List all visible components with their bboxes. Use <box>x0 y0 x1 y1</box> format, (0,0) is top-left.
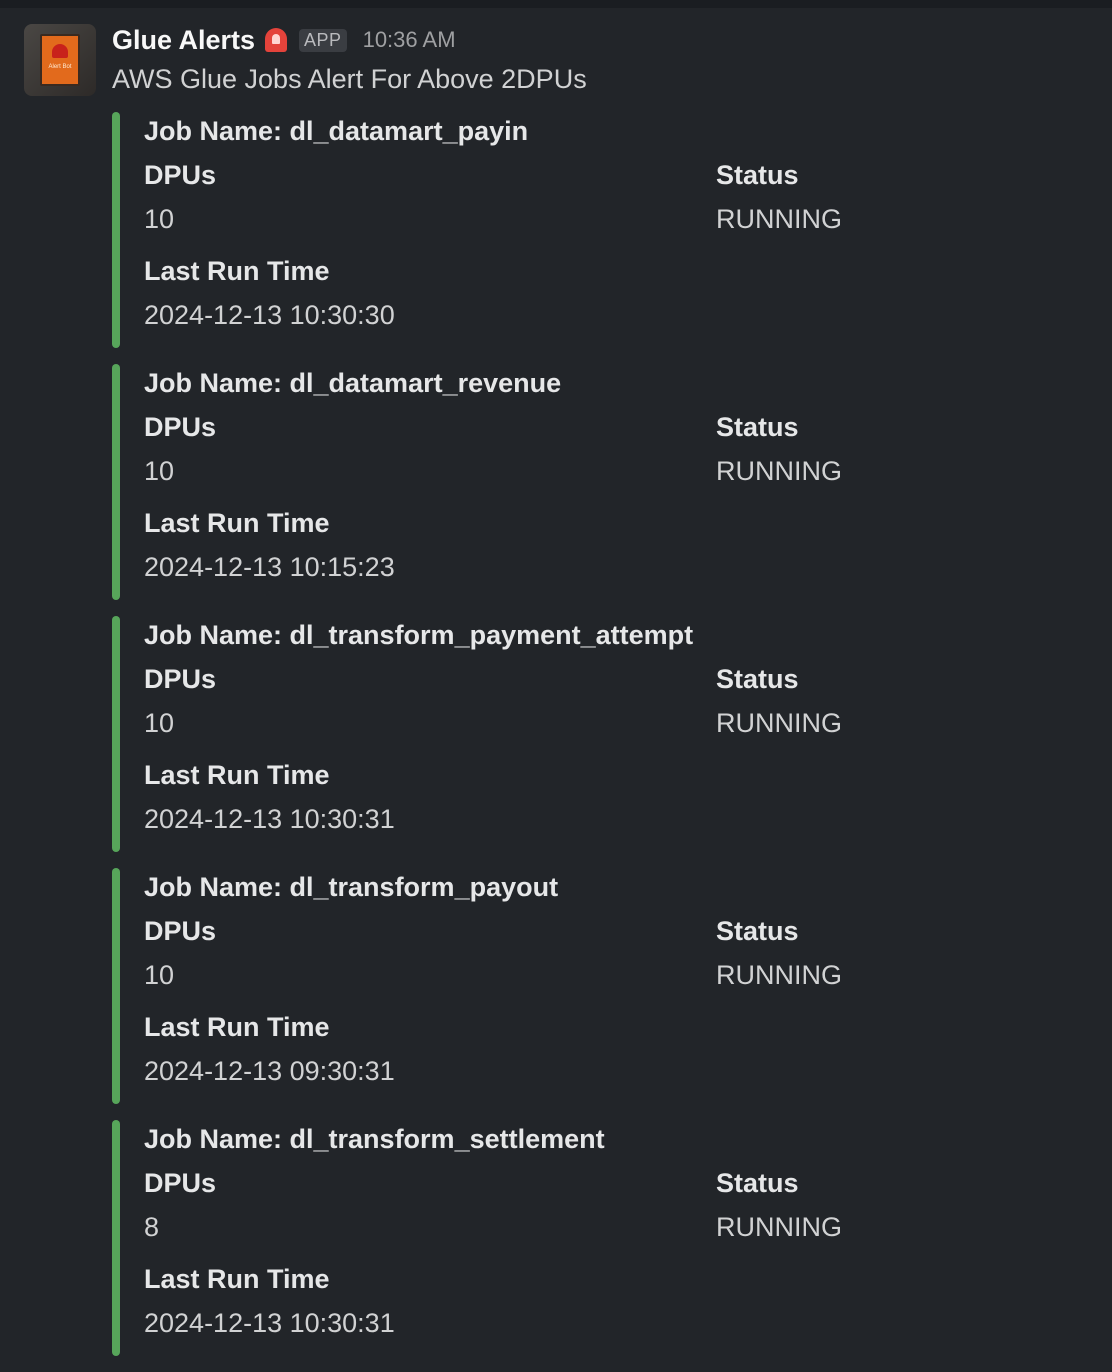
dpus-value: 10 <box>144 456 175 486</box>
status-value: RUNNING <box>716 960 842 990</box>
dpus-value: 10 <box>144 960 175 990</box>
avatar[interactable]: Alert Bot <box>24 24 96 96</box>
dpus-value: 8 <box>144 1212 160 1242</box>
job-attachment: Job Name: dl_datamart_payin DPUs Status … <box>112 112 1012 348</box>
attachment-color-bar <box>112 1120 120 1356</box>
dpus-value: 10 <box>144 204 175 234</box>
job-attachment: Job Name: dl_datamart_revenue DPUs Statu… <box>112 364 1012 600</box>
dpus-label: DPUs <box>144 412 217 442</box>
last-run-time-value: 2024-12-13 09:30:31 <box>144 1056 395 1086</box>
status-value: RUNNING <box>716 204 842 234</box>
job-name: Job Name: dl_transform_payment_attempt <box>144 620 694 650</box>
last-run-time-label: Last Run Time <box>144 760 330 790</box>
attachment-color-bar <box>112 364 120 600</box>
app-badge: APP <box>299 28 347 52</box>
job-name: Job Name: dl_transform_payout <box>144 872 559 902</box>
job-name: Job Name: dl_datamart_revenue <box>144 368 562 398</box>
last-run-time-label: Last Run Time <box>144 1012 330 1042</box>
job-attachment: Job Name: dl_transform_payout DPUs Statu… <box>112 868 1012 1104</box>
job-name: Job Name: dl_datamart_payin <box>144 116 529 146</box>
attachment-color-bar <box>112 616 120 852</box>
message-text: AWS Glue Jobs Alert For Above 2DPUs <box>112 64 587 94</box>
dpus-label: DPUs <box>144 1168 217 1198</box>
attachment-color-bar <box>112 868 120 1104</box>
last-run-time-value: 2024-12-13 10:30:30 <box>144 300 395 330</box>
status-value: RUNNING <box>716 456 842 486</box>
last-run-time-label: Last Run Time <box>144 256 330 286</box>
status-label: Status <box>716 160 799 190</box>
dpus-label: DPUs <box>144 664 217 694</box>
status-value: RUNNING <box>716 708 842 738</box>
status-label: Status <box>716 412 799 442</box>
last-run-time-value: 2024-12-13 10:15:23 <box>144 552 395 582</box>
last-run-time-value: 2024-12-13 10:30:31 <box>144 804 395 834</box>
message-pane: Alert Bot Glue Alerts APP 10:36 AM AWS G… <box>0 0 1112 1372</box>
last-run-time-label: Last Run Time <box>144 1264 330 1294</box>
message-header: Glue Alerts APP 10:36 AM <box>112 20 456 60</box>
status-label: Status <box>716 916 799 946</box>
status-label: Status <box>716 1168 799 1198</box>
sender-name[interactable]: Glue Alerts <box>112 25 255 56</box>
avatar-label: Alert Bot <box>48 64 72 70</box>
status-value: RUNNING <box>716 1212 842 1242</box>
siren-icon <box>265 28 288 52</box>
bell-icon <box>52 44 68 58</box>
attachment-color-bar <box>112 112 120 348</box>
last-run-time-value: 2024-12-13 10:30:31 <box>144 1308 395 1338</box>
dpus-value: 10 <box>144 708 175 738</box>
alert-bot-icon: Alert Bot <box>40 34 80 86</box>
dpus-label: DPUs <box>144 160 217 190</box>
job-attachment: Job Name: dl_transform_payment_attempt D… <box>112 616 1012 852</box>
job-name: Job Name: dl_transform_settlement <box>144 1124 605 1154</box>
top-divider <box>0 0 1112 8</box>
dpus-label: DPUs <box>144 916 217 946</box>
status-label: Status <box>716 664 799 694</box>
last-run-time-label: Last Run Time <box>144 508 330 538</box>
job-attachment: Job Name: dl_transform_settlement DPUs S… <box>112 1120 1012 1356</box>
message-timestamp[interactable]: 10:36 AM <box>363 27 456 53</box>
